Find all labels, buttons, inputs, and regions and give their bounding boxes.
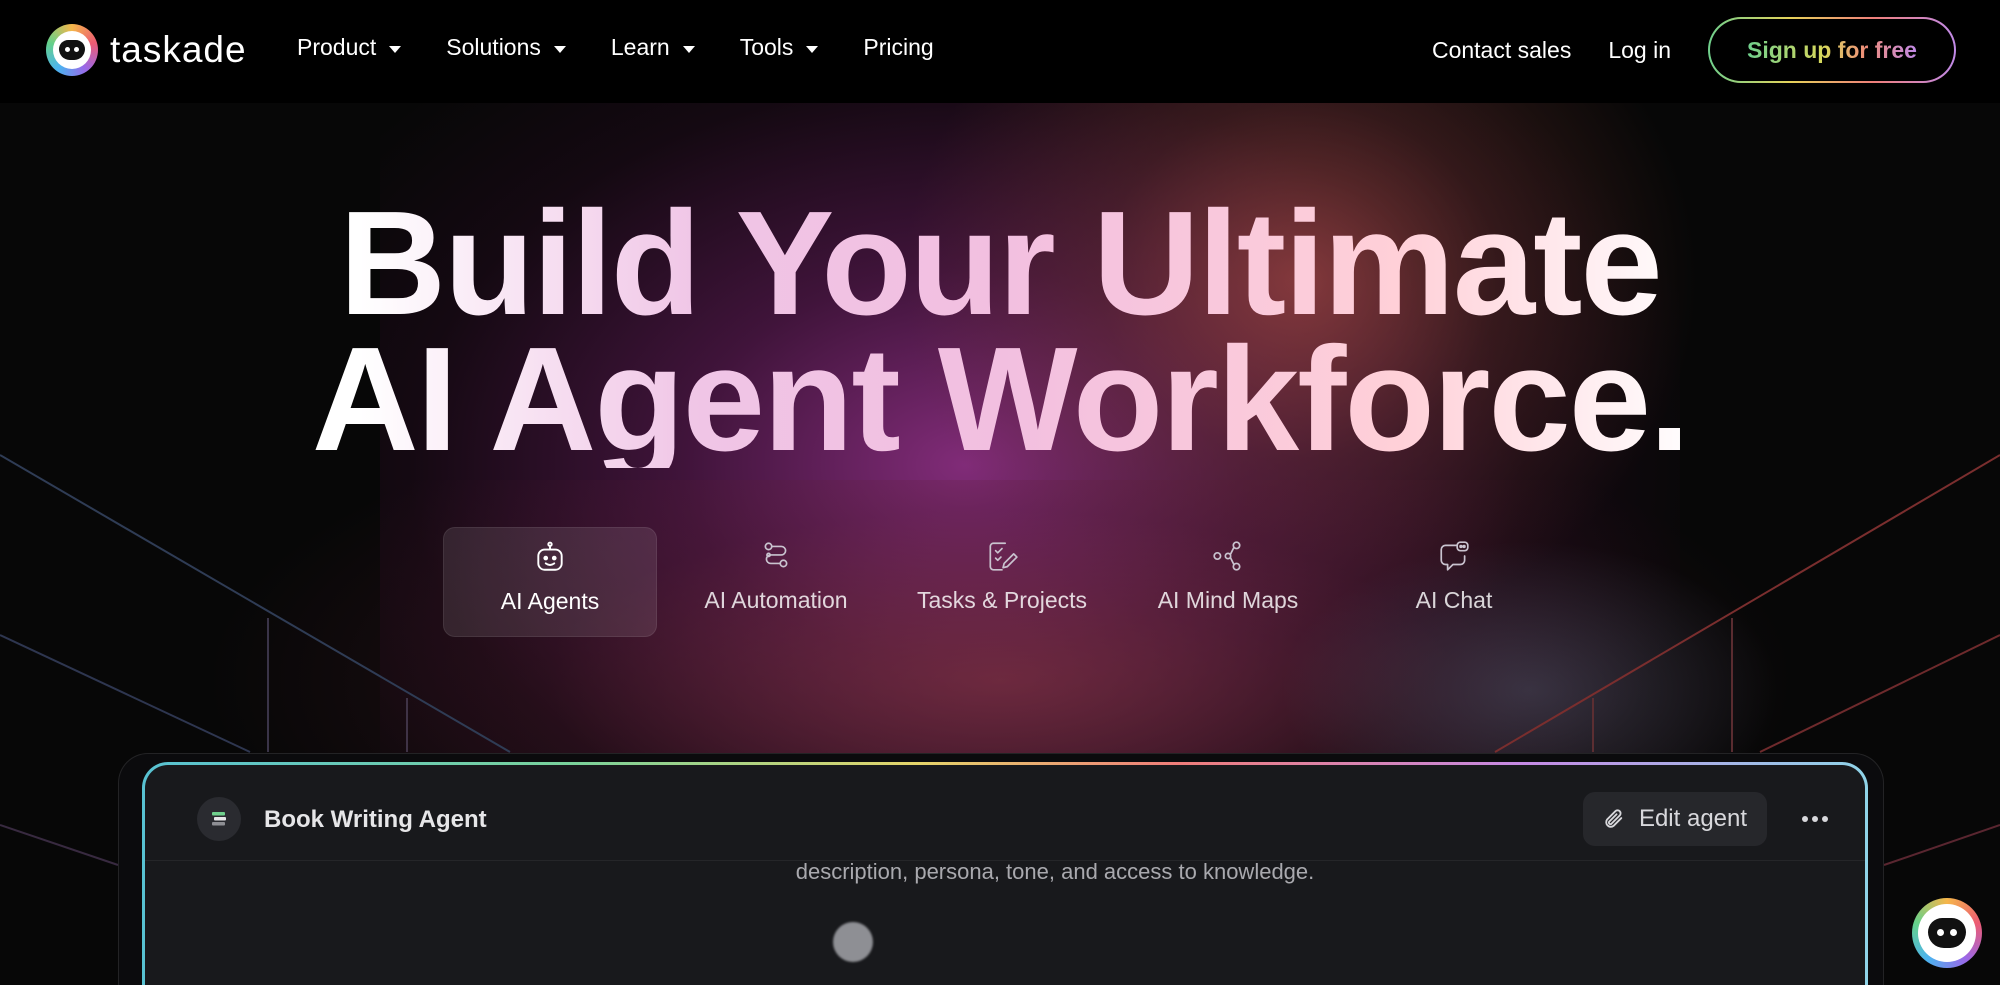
grid-line: [1883, 824, 2000, 866]
logo-text: taskade: [110, 29, 247, 70]
login-link[interactable]: Log in: [1608, 37, 1671, 64]
main-menu: Product Solutions Learn Tools Pricing: [297, 34, 979, 61]
grid-line: [0, 634, 251, 753]
signup-label: Sign up for free: [1747, 36, 1917, 63]
contact-sales-link[interactable]: Contact sales: [1432, 37, 1571, 64]
mind-map-icon: [1213, 541, 1241, 571]
menu-tools-label: Tools: [739, 34, 794, 60]
hero-line-2: AI Agent Workforce.: [0, 326, 2000, 474]
paperclip-icon: [1605, 809, 1623, 828]
caret-down-icon: [553, 45, 566, 53]
agent-description: description, persona, tone, and access t…: [795, 859, 1315, 884]
grid-line: [0, 824, 119, 866]
edit-agent-label: Edit agent: [1638, 805, 1748, 832]
taskade-logo[interactable]: taskade: [46, 24, 247, 76]
menu-solutions[interactable]: Solutions: [446, 34, 566, 61]
feature-tabs: AI Agents AI Automation Tasks & Projects…: [443, 527, 1573, 637]
edit-agent-button[interactable]: Edit agent: [1583, 792, 1767, 846]
agent-preview-header: Book Writing Agent Edit agent: [145, 765, 1865, 861]
caret-down-icon: [389, 45, 402, 53]
top-nav: taskade Product Solutions Learn Tools Pr…: [0, 0, 2000, 103]
menu-pricing[interactable]: Pricing: [863, 34, 933, 61]
caret-down-icon: [682, 45, 695, 53]
tab-ai-automation-label: AI Automation: [704, 587, 848, 613]
hero-headline: Build Your Ultimate AI Agent Workforce.: [0, 190, 2000, 474]
tab-ai-agents-label: AI Agents: [500, 588, 600, 614]
caret-down-icon: [806, 45, 819, 53]
tab-tasks-projects[interactable]: Tasks & Projects: [895, 527, 1109, 637]
tab-tasks-projects-label: Tasks & Projects: [917, 587, 1087, 613]
preview-gradient-border: Book Writing Agent Edit agent descriptio…: [142, 762, 1868, 985]
menu-solutions-label: Solutions: [446, 34, 541, 60]
agent-avatar: [197, 797, 241, 841]
menu-learn[interactable]: Learn: [611, 34, 695, 61]
task-edit-icon: [989, 542, 1018, 571]
robot-icon: [537, 541, 563, 571]
tab-ai-automation[interactable]: AI Automation: [669, 527, 883, 637]
tab-ai-agents[interactable]: AI Agents: [443, 527, 657, 637]
chat-bot-icon: [1440, 541, 1469, 571]
menu-learn-label: Learn: [610, 34, 670, 60]
loading-dot: [833, 922, 873, 962]
workflow-icon: [764, 542, 788, 568]
more-options-button[interactable]: [1793, 799, 1837, 839]
taskade-mascot-icon: [1918, 904, 1976, 962]
taskade-logo-icon: [46, 24, 98, 76]
tab-ai-chat-label: AI Chat: [1415, 587, 1493, 613]
menu-tools[interactable]: Tools: [740, 34, 819, 61]
menu-product[interactable]: Product: [297, 34, 402, 61]
signup-button[interactable]: Sign up for free: [1708, 17, 1956, 83]
agent-preview-window: Book Writing Agent Edit agent descriptio…: [145, 765, 1865, 985]
hero-line-1: Build Your Ultimate: [0, 190, 2000, 338]
tab-ai-mind-maps-label: AI Mind Maps: [1157, 587, 1299, 613]
grid-line: [0, 454, 511, 753]
ellipsis-icon: [1802, 816, 1808, 822]
tab-ai-chat[interactable]: AI Chat: [1347, 527, 1561, 637]
book-stack-icon: [212, 812, 226, 826]
nav-actions: Contact sales Log in Sign up for free: [1432, 17, 1956, 83]
menu-product-label: Product: [297, 34, 377, 60]
tab-ai-mind-maps[interactable]: AI Mind Maps: [1121, 527, 1335, 637]
grid-line: [1759, 634, 2000, 753]
agent-title: Book Writing Agent: [264, 806, 487, 833]
chat-launcher-button[interactable]: [1912, 898, 1982, 968]
